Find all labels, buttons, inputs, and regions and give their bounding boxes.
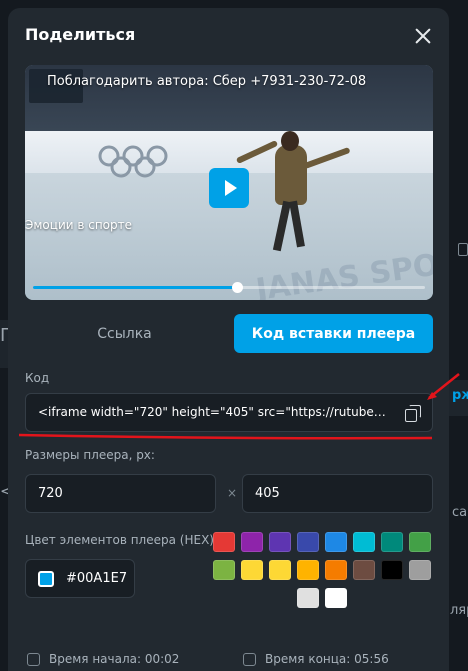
color-swatch[interactable] — [409, 560, 431, 580]
background-text-4: са — [452, 505, 468, 520]
skater-body — [275, 145, 307, 205]
tab-link[interactable]: Ссылка — [25, 314, 224, 353]
annotation-arrow — [427, 373, 460, 400]
close-icon[interactable] — [412, 25, 434, 47]
color-swatch[interactable] — [325, 532, 347, 552]
player-height-input[interactable]: 405 — [242, 474, 433, 513]
embed-code-text: <iframe width="720" height="405" src="ht… — [38, 405, 388, 419]
player-color-field[interactable]: #00A1E7 — [25, 559, 135, 598]
copy-icon[interactable] — [405, 405, 421, 422]
color-swatch[interactable] — [213, 532, 235, 552]
video-caption-bottom: Эмоции в спорте — [25, 218, 133, 232]
player-color-value: #00A1E7 — [66, 571, 128, 586]
olympic-rings-icon — [98, 145, 168, 178]
video-progress-fill — [33, 286, 237, 289]
color-swatch[interactable] — [241, 560, 263, 580]
annotation-underline — [19, 433, 432, 440]
color-swatch[interactable] — [353, 532, 375, 552]
background-icon — [458, 243, 468, 256]
share-modal: Поделиться JANAS SPORTIF Поблагодарить а… — [8, 8, 449, 671]
player-width-input[interactable]: 720 — [25, 474, 216, 513]
start-time-checkbox[interactable] — [27, 653, 40, 666]
color-swatch[interactable] — [269, 560, 291, 580]
color-swatch[interactable] — [241, 532, 263, 552]
player-color-label: Цвет элементов плеера (HEX) — [25, 533, 214, 547]
modal-title: Поделиться — [25, 25, 136, 44]
end-time-checkbox[interactable] — [243, 653, 256, 666]
color-swatch[interactable] — [325, 588, 347, 608]
color-swatch[interactable] — [325, 560, 347, 580]
code-label: Код — [25, 371, 50, 385]
background-text-5: ляр — [450, 603, 468, 618]
color-swatch[interactable] — [297, 560, 319, 580]
end-time-label: Время конца: 05:56 — [265, 652, 389, 666]
video-caption-top: Поблагодарить автора: Сбер +7931-230-72-… — [47, 74, 367, 89]
skater-head — [281, 131, 299, 151]
video-preview[interactable]: JANAS SPORTIF Поблагодарить автора: Сбер… — [25, 65, 433, 300]
color-swatch[interactable] — [353, 560, 375, 580]
color-swatch[interactable] — [381, 532, 403, 552]
color-swatch[interactable] — [297, 532, 319, 552]
color-sample — [38, 570, 54, 587]
play-icon — [224, 180, 237, 196]
color-swatch[interactable] — [409, 532, 431, 552]
player-size-label: Размеры плеера, px: — [25, 448, 155, 462]
video-progress-bar[interactable] — [33, 282, 425, 293]
color-swatch[interactable] — [213, 560, 235, 580]
tab-embed-code[interactable]: Код вставки плеера — [234, 314, 433, 353]
color-swatch[interactable] — [297, 588, 319, 608]
embed-code-field[interactable]: <iframe width="720" height="405" src="ht… — [25, 393, 433, 432]
start-time-label: Время начала: 00:02 — [49, 652, 180, 666]
size-separator: × — [227, 486, 238, 500]
color-swatch[interactable] — [381, 560, 403, 580]
video-progress-knob[interactable] — [231, 282, 243, 293]
play-button[interactable] — [209, 168, 249, 208]
color-swatch[interactable] — [269, 532, 291, 552]
